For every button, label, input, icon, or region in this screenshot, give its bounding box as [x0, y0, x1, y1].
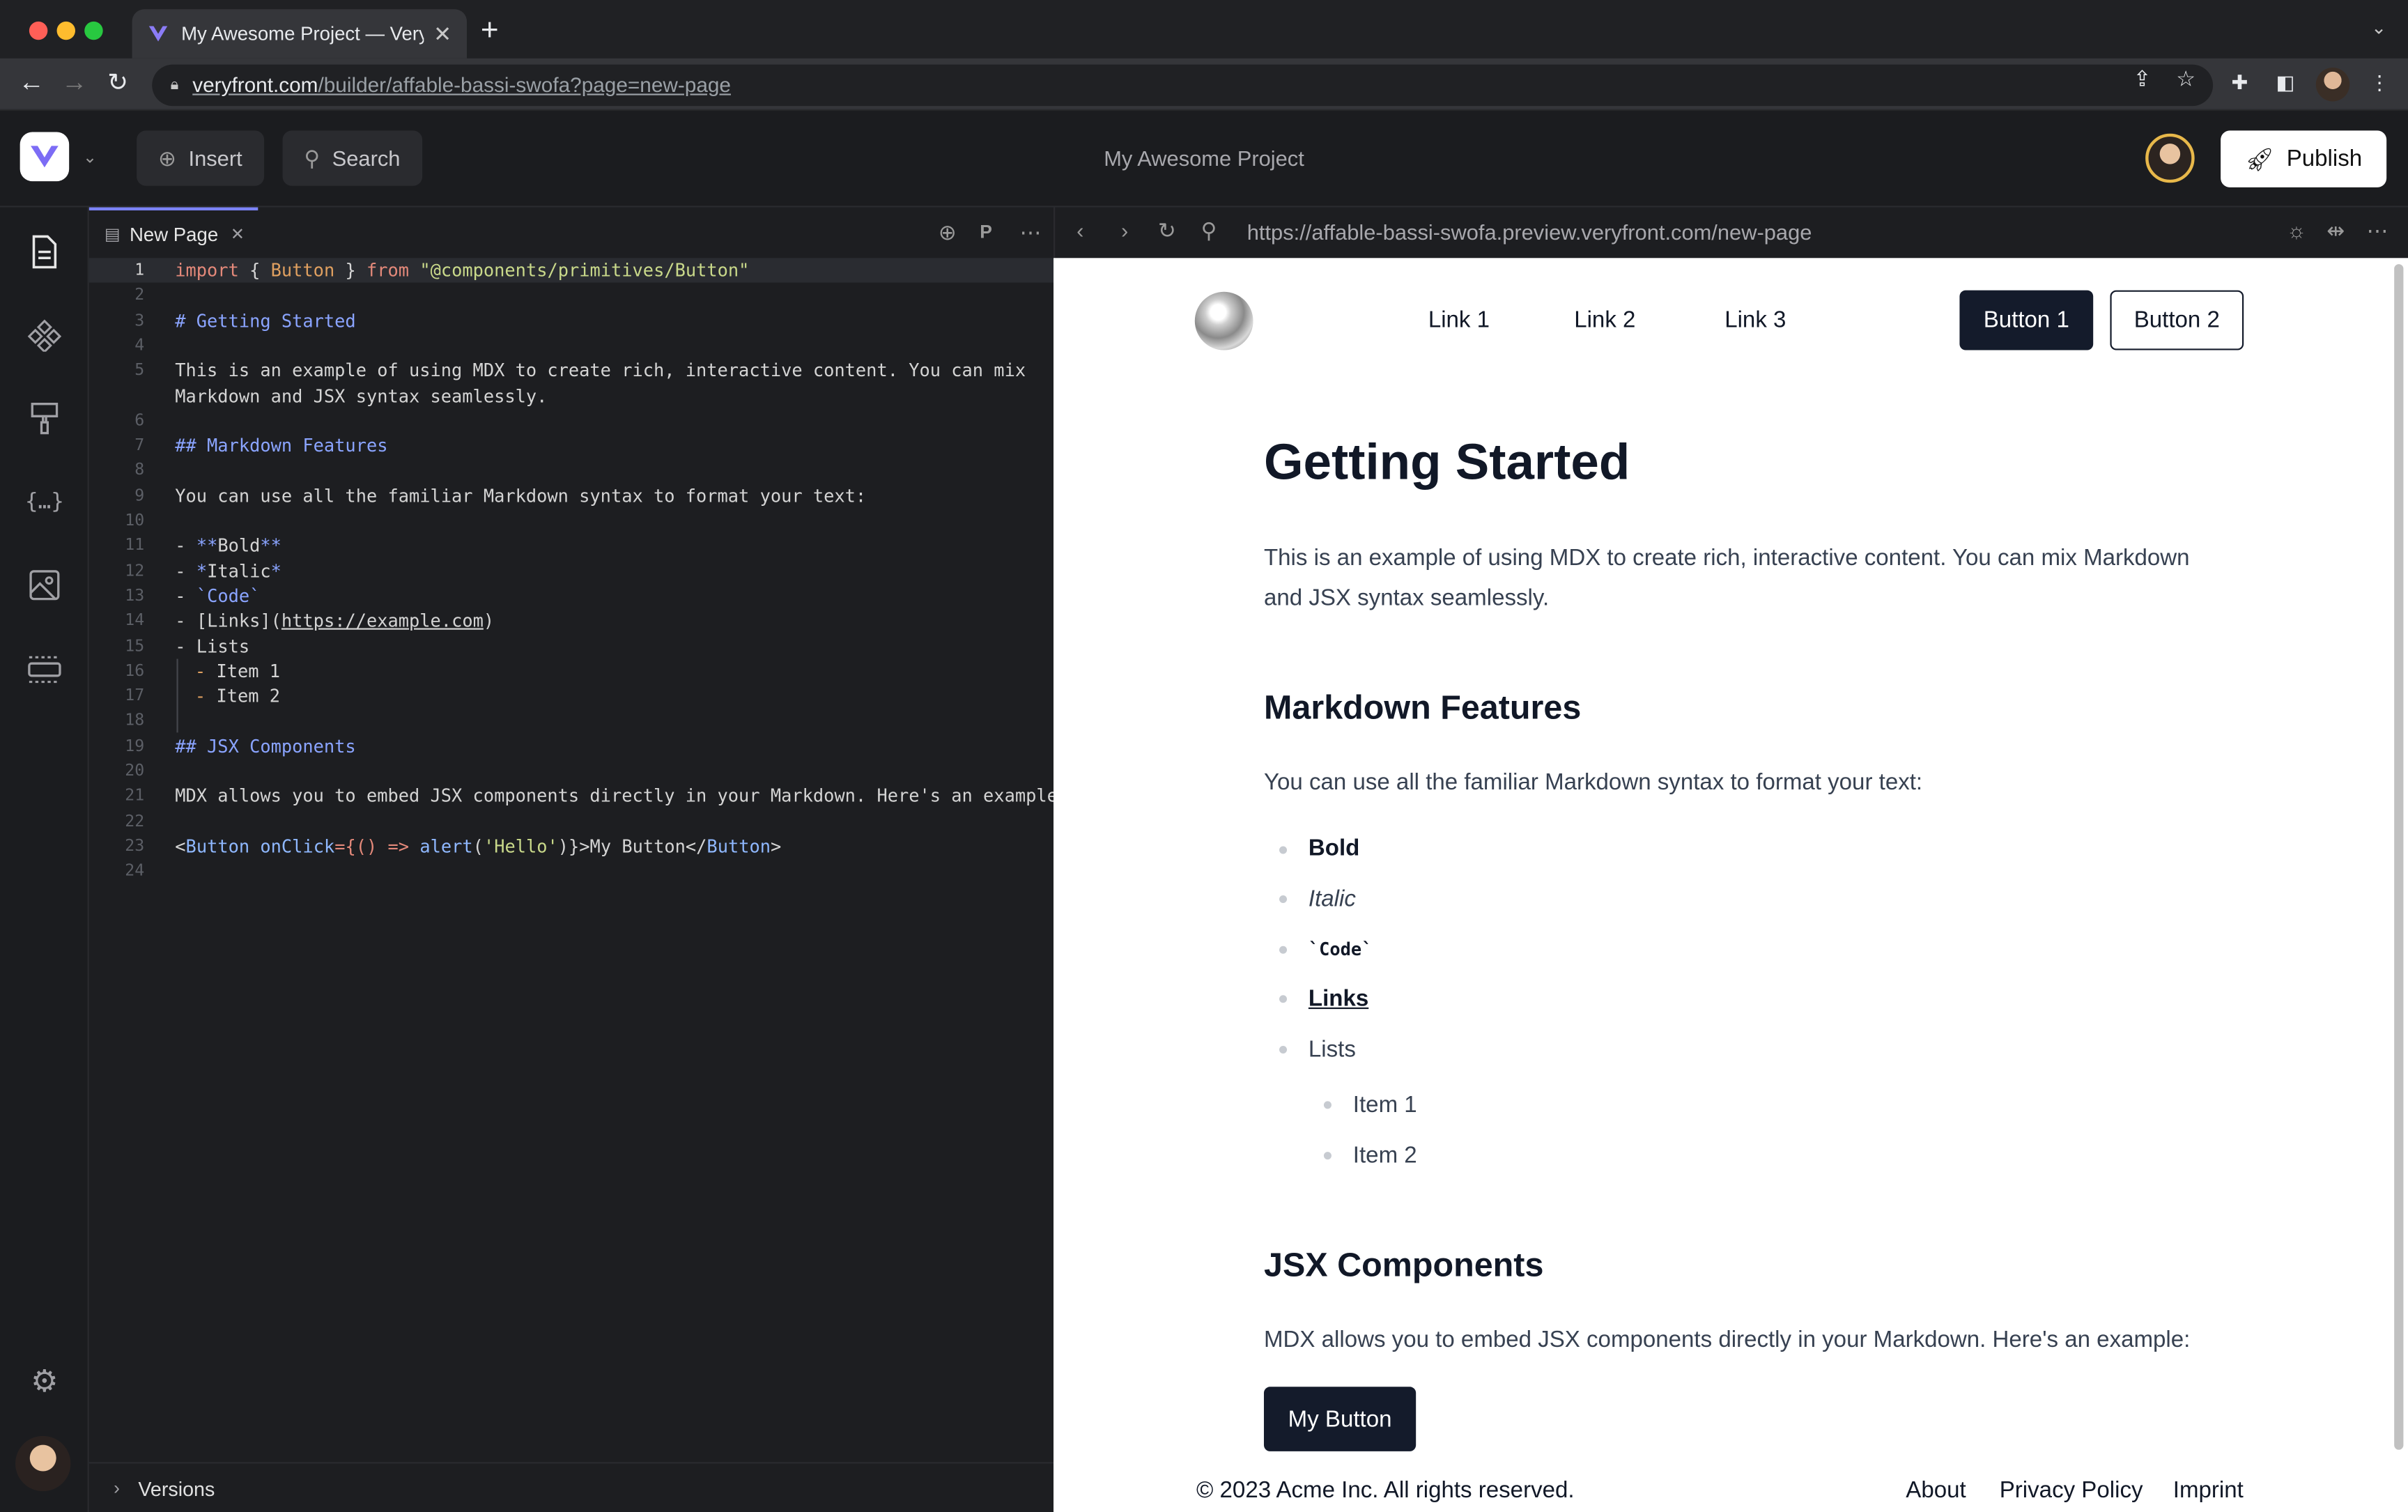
styles-brush-icon[interactable]	[26, 399, 63, 436]
footer-copyright: © 2023 Acme Inc. All rights reserved.	[1196, 1477, 1575, 1504]
browser-menu-icon[interactable]: ⋮	[2370, 70, 2390, 95]
preview-url[interactable]: https://affable-bassi-swofa.preview.very…	[1247, 219, 1812, 244]
editor-tab-new-page[interactable]: ▤ New Page ✕	[88, 207, 258, 259]
close-window-button[interactable]	[29, 21, 48, 40]
viewport-width-icon[interactable]: ⇹	[2326, 218, 2345, 244]
preview-more-icon[interactable]: ⋯	[2367, 218, 2388, 244]
veryfront-favicon-icon	[148, 26, 168, 42]
nav-link-3[interactable]: Link 3	[1724, 307, 1786, 333]
pin-icon[interactable]: ⚲	[1201, 218, 1217, 244]
publish-button[interactable]: 🚀︎ Publish	[2221, 130, 2387, 187]
list-subitem-2: Item 2	[1352, 1142, 1417, 1169]
components-icon[interactable]	[26, 316, 63, 353]
publish-label: Publish	[2286, 146, 2363, 172]
bookmark-star-icon[interactable]: ☆	[2176, 66, 2195, 92]
insert-button[interactable]: ⊕ Insert	[137, 130, 264, 186]
layouts-icon[interactable]	[26, 651, 63, 688]
side-panel-icon[interactable]: ◧	[2276, 70, 2294, 95]
lock-icon: 🔒︎	[170, 77, 179, 94]
search-label: Search	[332, 146, 401, 171]
preview-page: Link 1 Link 2 Link 3 Button 1 Button 2 G…	[1054, 258, 2408, 1512]
veryfront-logo[interactable]	[20, 132, 70, 182]
code-line-1: 1 import { Button } from "@components/pr…	[88, 258, 1054, 283]
close-editor-tab-icon[interactable]: ✕	[231, 224, 245, 244]
section-title-jsx: JSX Components	[1263, 1245, 1544, 1284]
pages-icon[interactable]	[26, 233, 63, 270]
button-2[interactable]: Button 2	[2110, 290, 2244, 350]
search-icon: ⚲	[304, 145, 321, 170]
left-rail: {…} ⚙	[0, 207, 89, 1512]
nav-link-2[interactable]: Link 2	[1574, 307, 1635, 333]
section-text-jsx: MDX allows you to embed JSX components d…	[1263, 1327, 2191, 1353]
list-item-bold: Bold	[1308, 835, 1360, 862]
data-braces-icon[interactable]: {…}	[25, 484, 64, 520]
browser-tabstrip: My Awesome Project — Veryfront ✕ + ⌄	[0, 0, 2408, 59]
add-circle-icon[interactable]: ⊕	[939, 219, 957, 245]
preview-back-icon[interactable]: ‹	[1076, 218, 1083, 242]
app-window: My Awesome Project — Veryfront ✕ + ⌄ ← →…	[0, 0, 2408, 1512]
browser-tab-title: My Awesome Project — Veryfront	[181, 23, 424, 45]
list-item-code: `Code`	[1308, 938, 1373, 960]
preview-forward-icon[interactable]: ›	[1121, 218, 1128, 242]
chevron-right-icon: ›	[114, 1477, 120, 1499]
browser-profile-avatar[interactable]	[2315, 67, 2350, 102]
minimize-window-button[interactable]	[56, 21, 76, 40]
footer-link-about[interactable]: About	[1906, 1477, 1966, 1503]
code-editor-panel: ▤ New Page ✕ ⊕ P ⋯ 1 import { Button } f…	[88, 207, 1068, 1512]
more-options-icon[interactable]: ⋯	[1020, 219, 1042, 245]
insert-label: Insert	[188, 146, 242, 171]
preview-toolbar: ‹ › ↻ ⚲ https://affable-bassi-swofa.prev…	[1054, 207, 2408, 259]
settings-gear-icon[interactable]: ⚙	[26, 1362, 63, 1399]
zoom-window-button[interactable]	[84, 21, 103, 40]
preview-scrollbar[interactable]	[2394, 264, 2404, 1450]
extensions-icon[interactable]: ✚	[2232, 70, 2248, 95]
plus-circle-icon: ⊕	[158, 145, 176, 170]
address-bar[interactable]: 🔒︎ veryfront.com/builder/affable-bassi-s…	[152, 64, 2214, 107]
back-icon[interactable]: ←	[18, 68, 44, 98]
rocket-icon: 🚀︎	[2245, 146, 2275, 173]
page-title: Getting Started	[1263, 433, 1630, 491]
browser-tab[interactable]: My Awesome Project — Veryfront ✕	[132, 9, 468, 59]
footer-link-imprint[interactable]: Imprint	[2173, 1477, 2244, 1503]
nav-link-1[interactable]: Link 1	[1428, 307, 1490, 333]
user-avatar[interactable]	[2145, 133, 2195, 183]
preview-reload-icon[interactable]: ↻	[1158, 218, 1176, 244]
list-item-italic: Italic	[1308, 886, 1356, 913]
list-subitem-1: Item 1	[1352, 1092, 1417, 1118]
address-url: veryfront.com/builder/affable-bassi-swof…	[192, 73, 731, 97]
intro-paragraph: This is an example of using MDX to creat…	[1263, 545, 2190, 611]
app-header: ⌄ ⊕ Insert ⚲ Search	[0, 110, 2408, 208]
chevron-down-icon[interactable]: ⌄	[83, 148, 97, 167]
section-title-markdown: Markdown Features	[1263, 688, 1582, 727]
section-text-markdown: You can use all the familiar Markdown sy…	[1263, 769, 1923, 796]
new-tab-icon[interactable]: +	[481, 14, 499, 49]
editor-tab-label: New Page	[130, 223, 219, 245]
my-button[interactable]: My Button	[1263, 1387, 1417, 1451]
list-item-link[interactable]: Links	[1309, 986, 1368, 1012]
indent-guide	[176, 658, 178, 732]
footer-link-privacy[interactable]: Privacy Policy	[2000, 1477, 2143, 1503]
search-button[interactable]: ⚲ Search	[282, 130, 422, 186]
account-avatar[interactable]	[15, 1435, 71, 1492]
versions-label: Versions	[138, 1476, 215, 1500]
forward-icon[interactable]: →	[61, 68, 87, 98]
assets-image-icon[interactable]	[26, 566, 63, 603]
button-1[interactable]: Button 1	[1959, 290, 2094, 350]
reload-icon[interactable]: ↻	[107, 68, 128, 98]
logo-v-icon	[31, 146, 59, 168]
file-icon: ▤	[104, 226, 121, 245]
site-logo[interactable]	[1194, 291, 1253, 350]
list-item-lists: Lists	[1308, 1036, 1356, 1063]
tab-search-chevron-icon[interactable]: ⌄	[2371, 17, 2386, 38]
share-icon[interactable]: ⇪	[2133, 66, 2151, 92]
prettier-icon[interactable]: P	[980, 221, 992, 242]
browser-toolbar: ← → ↻ 🔒︎ veryfront.com/builder/affable-b…	[0, 58, 2408, 111]
versions-toggle[interactable]: › Versions	[88, 1462, 1054, 1512]
close-tab-icon[interactable]: ✕	[433, 21, 452, 47]
theme-sun-icon[interactable]: ☼	[2287, 218, 2306, 242]
